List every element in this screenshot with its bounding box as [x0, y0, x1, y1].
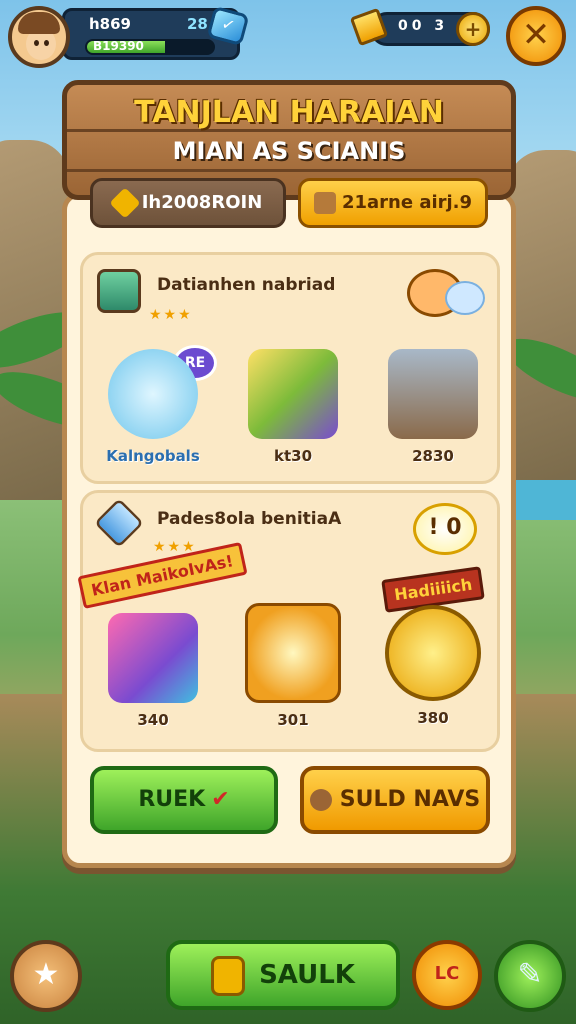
- fruit-chest-art: [245, 603, 341, 703]
- panel-title: TANJLAN HARAIAN: [134, 95, 444, 130]
- board-seam: [67, 169, 511, 172]
- checkmark-icon: ✔: [211, 787, 230, 812]
- paw-icon: [313, 192, 336, 214]
- thumbs-up-icon: [211, 955, 246, 996]
- chevron-icon: [109, 187, 141, 219]
- bag-icon: [309, 789, 332, 811]
- main-action-label: SAULK: [259, 960, 355, 990]
- item-price: kt30: [273, 447, 313, 465]
- item-price: 340: [137, 711, 169, 729]
- tab-left-label: Ih2008ROIN: [141, 192, 263, 213]
- avatar-eye-left: [34, 40, 39, 46]
- tab-left[interactable]: Ih2008ROIN: [90, 178, 286, 228]
- shop-item-backpack[interactable]: 340: [93, 613, 213, 729]
- gem-backpack-art: [108, 613, 198, 703]
- top-hud: h869 28 B19390 ✓ 00 3 + ✕: [0, 0, 576, 80]
- shop-item-coin[interactable]: 380: [373, 605, 493, 727]
- wheelbarrow-cart-art: [388, 349, 478, 439]
- shop-item-crate[interactable]: kt30: [233, 349, 353, 465]
- home-button[interactable]: ★: [10, 940, 82, 1012]
- sale-button[interactable]: SULD NAVS: [300, 766, 490, 834]
- chat-button[interactable]: LC: [412, 940, 482, 1010]
- cloud-icon: [445, 281, 485, 315]
- shop-item-chest[interactable]: 301: [233, 603, 353, 729]
- xp-text: B19390: [93, 39, 144, 53]
- avatar-eye-right: [44, 40, 49, 46]
- speech-bubble-badge: ! 0: [413, 503, 477, 555]
- explorer-character-art: [108, 349, 198, 439]
- confirm-button[interactable]: RUEK ✔: [90, 766, 278, 834]
- crate-icon: [97, 269, 141, 313]
- sale-button-label: SULD NAVS: [339, 787, 481, 812]
- item-price: 301: [277, 711, 309, 729]
- gem-count: 28: [187, 15, 208, 33]
- shop-item-explorer[interactable]: Kalngobals: [93, 349, 213, 465]
- giant-gold-coin-art: [385, 605, 481, 701]
- section-title: Datianhen nabriad: [157, 275, 336, 295]
- gem-box-icon: [94, 498, 144, 548]
- rating-stars: ★★★: [149, 307, 193, 323]
- currency-count: 00 3: [398, 18, 449, 34]
- player-level-text: h869: [89, 15, 131, 33]
- tab-right[interactable]: 21arne airj.9: [298, 178, 488, 228]
- confirm-button-label: RUEK: [138, 787, 206, 812]
- crate-with-leaves-art: [248, 349, 338, 439]
- section-title: Pades8ola benitiaA: [157, 509, 342, 529]
- item-price: 380: [417, 709, 449, 727]
- right-cliff: [506, 150, 576, 480]
- close-button[interactable]: ✕: [506, 6, 566, 66]
- panel-subtitle: MIAN AS SCIANIS: [172, 137, 406, 165]
- sea-water: [506, 480, 576, 520]
- add-currency-button[interactable]: +: [456, 12, 490, 46]
- main-action-button[interactable]: SAULK: [166, 940, 400, 1010]
- section-special: Pades8ola benitiaA ★★★ ! 0 Klan MaikoIvA…: [77, 490, 500, 752]
- player-avatar[interactable]: [8, 6, 70, 68]
- item-price: Kalngobals: [106, 447, 200, 465]
- avatar-hat: [18, 12, 60, 34]
- tab-right-label: 21arne airj.9: [341, 192, 473, 213]
- feather-button[interactable]: ✎: [494, 940, 566, 1012]
- shop-panel: TANJLAN HARAIAN MIAN AS SCIANIS Ih2008RO…: [62, 80, 516, 870]
- section-featured: Datianhen nabriad ★★★ RE Kalngobals kt30…: [80, 252, 500, 484]
- item-price: 2830: [412, 447, 454, 465]
- shop-item-cart[interactable]: 2830: [373, 349, 493, 465]
